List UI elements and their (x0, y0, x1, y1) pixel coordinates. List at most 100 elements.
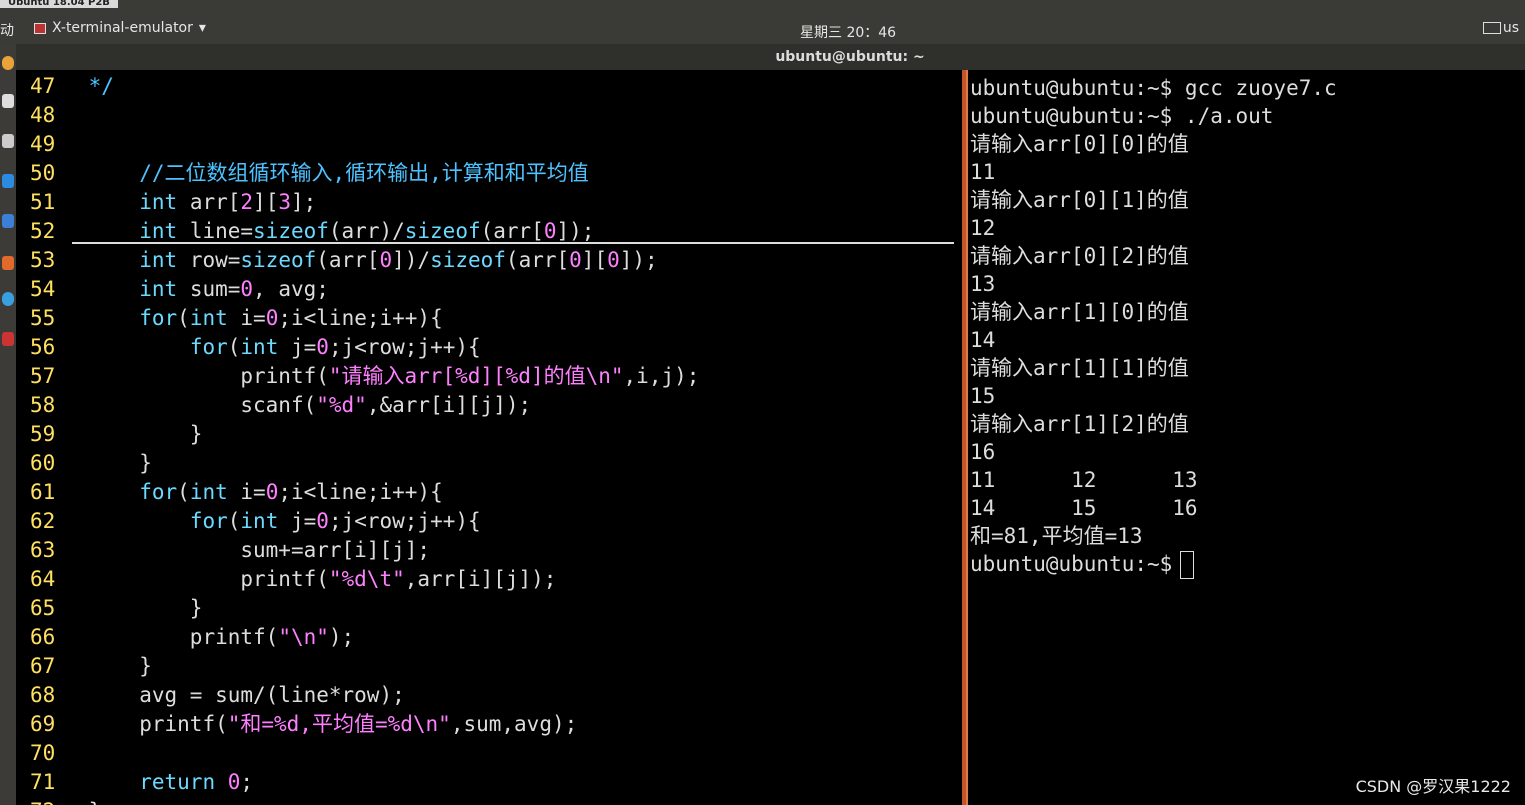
editor-line[interactable]: 67 } (16, 652, 152, 681)
editor-line[interactable]: 70 (16, 739, 89, 768)
code-text: printf("和=%d,平均值=%d\n",sum,avg); (88, 712, 578, 736)
editor-line[interactable]: 48 (16, 101, 89, 130)
cursor-line-underline (72, 242, 954, 244)
code-text: for(int i=0;i<line;i++){ (139, 480, 443, 504)
terminal-line: 12 (970, 216, 996, 240)
code-text: scanf("%d",&arr[i][j]); (88, 393, 532, 417)
code-text: printf("%d\t",arr[i][j]); (88, 567, 557, 591)
editor-line[interactable]: 61 for(int i=0;i<line;i++){ (16, 478, 443, 507)
vim-editor-pane[interactable]: 47 */48 49 50 //二位数组循环输入,循环输出,计算和和平均值 51 … (16, 70, 962, 805)
launcher-dock (0, 44, 16, 805)
top-panel: Ubuntu 18.04 P2B 动 X-terminal-emulator ▾… (0, 0, 1525, 44)
activities-button[interactable]: 动 (0, 20, 14, 40)
code-text: return 0; (139, 770, 254, 794)
window-title: ubuntu@ubuntu: ~ (775, 49, 925, 65)
files-icon[interactable] (2, 94, 14, 108)
keyboard-layout-indicator[interactable]: us (1482, 20, 1519, 36)
terminal-line: 15 (970, 384, 996, 408)
editor-line[interactable]: 65 } (16, 594, 202, 623)
editor-line[interactable]: 71 return 0; (16, 768, 253, 797)
code-text: for(int j=0;j<row;j++){ (189, 509, 481, 533)
terminal-line: 请输入arr[1][0]的值 (970, 300, 1189, 324)
terminal-icon[interactable] (2, 332, 14, 346)
code-text: } (88, 422, 203, 446)
code-text: } (88, 596, 203, 620)
keyboard-icon (1482, 22, 1501, 34)
line-number: 71 (30, 770, 56, 794)
line-number: 51 (30, 190, 56, 214)
terminal-line: ubuntu@ubuntu:~$ ./a.out (970, 104, 1274, 128)
code-text: int sum=0, avg; (139, 277, 329, 301)
editor-line[interactable]: 68 avg = sum/(line*row); (16, 681, 405, 710)
editor-line[interactable]: 55 for(int i=0;i<line;i++){ (16, 304, 443, 333)
line-number: 47 (30, 74, 56, 98)
code-text: printf("请输入arr[%d][%d]的值\n",i,j); (88, 364, 700, 388)
line-number: 63 (30, 538, 56, 562)
line-number: 49 (30, 132, 56, 156)
window-titlebar[interactable]: ubuntu@ubuntu: ~ (0, 44, 1525, 70)
editor-line[interactable]: 57 printf("请输入arr[%d][%d]的值\n",i,j); (16, 362, 699, 391)
editor-line[interactable]: 50 //二位数组循环输入,循环输出,计算和和平均值 (16, 159, 589, 188)
editor-line[interactable]: 60 } (16, 449, 152, 478)
code-text: int arr[2][3]; (139, 190, 317, 214)
editor-line[interactable]: 56 for(int j=0;j<row;j++){ (16, 333, 481, 362)
terminal-prompt: ubuntu@ubuntu:~$ (970, 552, 1173, 576)
settings-icon[interactable] (2, 292, 14, 306)
line-number: 64 (30, 567, 56, 591)
line-number: 65 (30, 596, 56, 620)
terminal-line: 和=81,平均值=13 (970, 524, 1143, 548)
line-number: 58 (30, 393, 56, 417)
app-menu[interactable]: X-terminal-emulator ▾ (34, 20, 206, 36)
editor-line[interactable]: 49 (16, 130, 89, 159)
line-number: 68 (30, 683, 56, 707)
terminal-line: 请输入arr[0][1]的值 (970, 188, 1189, 212)
editor-line[interactable]: 63 sum+=arr[i][j]; (16, 536, 430, 565)
editor-line[interactable]: 62 for(int j=0;j<row;j++){ (16, 507, 481, 536)
terminal-line: ubuntu@ubuntu:~$ gcc zuoye7.c (970, 76, 1337, 100)
keyboard-layout-label: us (1502, 20, 1519, 36)
chevron-down-icon: ▾ (198, 20, 206, 36)
terminal-line: 13 (970, 272, 996, 296)
terminal-line: 11 (970, 160, 996, 184)
editor-line[interactable]: 47 */ (16, 72, 114, 101)
line-number: 62 (30, 509, 56, 533)
line-number: 57 (30, 364, 56, 388)
editor-line[interactable]: 53 int row=sizeof(arr[0])/sizeof(arr[0][… (16, 246, 658, 275)
code-text: } (88, 654, 152, 678)
terminal-line: 16 (970, 440, 996, 464)
editor-line[interactable]: 58 scanf("%d",&arr[i][j]); (16, 391, 531, 420)
watermark: CSDN @罗汉果1222 (1355, 777, 1511, 796)
vm-tab[interactable]: Ubuntu 18.04 P2B (0, 0, 118, 8)
line-number: 66 (30, 625, 56, 649)
code-text: avg = sum/(line*row); (88, 683, 405, 707)
line-number: 52 (30, 219, 56, 243)
editor-line[interactable]: 54 int sum=0, avg; (16, 275, 329, 304)
terminal-prompt-line[interactable]: ubuntu@ubuntu:~$ (970, 550, 1525, 579)
firefox-icon[interactable] (2, 56, 14, 70)
line-number: 48 (30, 103, 56, 127)
line-number: 61 (30, 480, 56, 504)
terminal-app-icon (34, 22, 46, 34)
code-text: } (88, 451, 152, 475)
code-text: printf("\n"); (88, 625, 355, 649)
line-number: 69 (30, 712, 56, 736)
document-icon[interactable] (2, 134, 14, 148)
terminal-pane[interactable]: ubuntu@ubuntu:~$ gcc zuoye7.c ubuntu@ubun… (970, 74, 1525, 805)
line-number: 53 (30, 248, 56, 272)
editor-line[interactable]: 51 int arr[2][3]; (16, 188, 316, 217)
terminal-line: 请输入arr[1][2]的值 (970, 412, 1189, 436)
code-text: int line=sizeof(arr)/sizeof(arr[0]); (139, 219, 595, 243)
line-number: 59 (30, 422, 56, 446)
editor-line[interactable]: 69 printf("和=%d,平均值=%d\n",sum,avg); (16, 710, 577, 739)
code-text: for(int i=0;i<line;i++){ (139, 306, 443, 330)
line-number: 54 (30, 277, 56, 301)
clock[interactable]: 星期三 20：46 (800, 22, 896, 42)
line-number: 72 (16, 797, 76, 805)
editor-line[interactable]: 66 printf("\n"); (16, 623, 354, 652)
editor-line[interactable]: 59 } (16, 420, 202, 449)
help-icon[interactable] (2, 214, 14, 228)
store-icon[interactable] (2, 256, 14, 270)
software-icon[interactable] (2, 174, 14, 188)
editor-line[interactable]: 72 } (16, 797, 101, 805)
editor-line[interactable]: 64 printf("%d\t",arr[i][j]); (16, 565, 556, 594)
